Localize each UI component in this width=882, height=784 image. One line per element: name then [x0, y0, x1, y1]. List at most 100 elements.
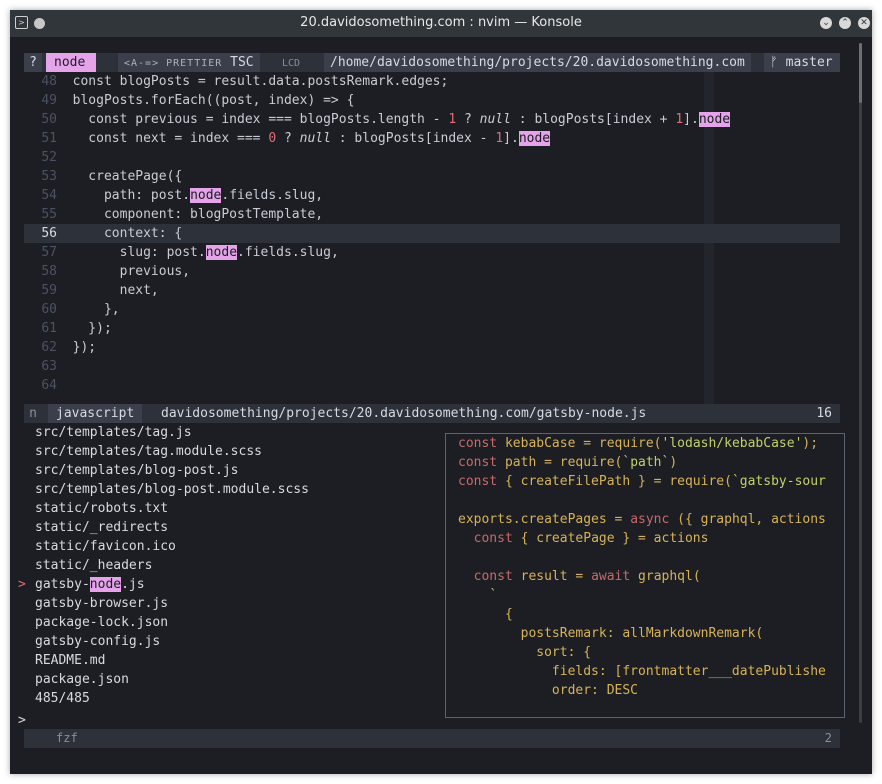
line-number: 61: [41, 321, 57, 336]
minimize-button[interactable]: ⌄: [820, 17, 832, 29]
line-number: 55: [41, 207, 57, 222]
code-text: });: [57, 321, 112, 336]
line-number: 56: [41, 226, 57, 241]
file-name: gatsby-config.js: [35, 634, 161, 649]
code-line[interactable]: 58 previous,: [24, 262, 840, 281]
file-name: static/_headers: [35, 558, 153, 573]
code-line[interactable]: 49 blogPosts.forEach((post, index) => {: [24, 91, 840, 110]
preview-line: fields: [frontmatter___datePublishe: [458, 664, 826, 679]
scrollbar[interactable]: [859, 43, 862, 723]
code-line[interactable]: 63: [24, 357, 840, 376]
fzf-file-item[interactable]: static/favicon.ico: [24, 537, 440, 556]
code-line[interactable]: 48 const blogPosts = result.data.postsRe…: [24, 72, 840, 91]
code-editor[interactable]: 48 const blogPosts = result.data.postsRe…: [24, 72, 840, 404]
preview-line: sort: {: [458, 645, 592, 660]
lcd-label: LCD: [282, 58, 301, 69]
code-line[interactable]: 57 slug: post.node.fields.slug,: [24, 243, 840, 262]
line-number: 50: [41, 112, 57, 127]
code-text: createPage({: [57, 169, 183, 184]
code-line[interactable]: 62 });: [24, 338, 840, 357]
line-number: 57: [41, 245, 57, 260]
fzf-panel[interactable]: src/templates/tag.js src/templates/tag.mo…: [18, 423, 845, 748]
code-text: const next = index === 0 ? null : blogPo…: [57, 131, 551, 146]
fzf-prompt[interactable]: >: [18, 713, 26, 728]
file-name: README.md: [35, 653, 106, 668]
line-number: 58: [41, 264, 57, 279]
line-number: 54: [41, 188, 57, 203]
tab-node[interactable]: node: [46, 53, 96, 72]
window-title: 20.davidosomething.com : nvim — Konsole: [300, 15, 582, 30]
code-line[interactable]: 54 path: post.node.fields.slug,: [24, 186, 840, 205]
code-line[interactable]: 51 const next = index === 0 ? null : blo…: [24, 129, 840, 148]
code-text: });: [57, 340, 97, 355]
filetype: javascript: [48, 404, 143, 423]
selection-marker: >: [18, 577, 26, 592]
terminal-content[interactable]: ? node <A-=> PRETTIER TSC LCD /home/davi…: [18, 53, 845, 748]
nvim-tabline: ? node <A-=> PRETTIER TSC LCD /home/davi…: [24, 53, 840, 72]
line-number: 62: [41, 340, 57, 355]
maximize-button[interactable]: ⌃: [839, 17, 851, 29]
code-line[interactable]: 50 const previous = index === blogPosts.…: [24, 110, 840, 129]
branch-name: master: [785, 55, 833, 70]
preview-line: const path = require(`path`): [458, 455, 678, 470]
mode-indicator: n: [29, 406, 37, 421]
preview-line: order: DESC: [458, 683, 639, 698]
fzf-match-count: 485/485: [35, 691, 90, 706]
code-line[interactable]: 64: [24, 376, 840, 395]
code-line[interactable]: 52: [24, 148, 840, 167]
fzf-file-item[interactable]: static/_redirects: [24, 518, 440, 537]
fzf-file-item[interactable]: static/robots.txt: [24, 499, 440, 518]
file-name: gatsby-node.js: [35, 577, 145, 592]
file-name: src/templates/tag.js: [35, 425, 192, 440]
code-text: slug: post.node.fields.slug,: [57, 245, 339, 260]
fzf-file-item[interactable]: static/_headers: [24, 556, 440, 575]
code-line[interactable]: 56 context: {: [24, 224, 840, 243]
preview-line: postsRemark: allMarkdownRemark(: [458, 626, 764, 641]
fzf-label: fzf: [56, 731, 78, 745]
fzf-file-item[interactable]: gatsby-config.js: [24, 632, 440, 651]
preview-line: const kebabCase = require('lodash/kebabC…: [458, 436, 819, 451]
code-text: component: blogPostTemplate,: [57, 207, 324, 222]
code-line[interactable]: 53 createPage({: [24, 167, 840, 186]
fzf-file-item[interactable]: package-lock.json: [24, 613, 440, 632]
fzf-file-item[interactable]: gatsby-browser.js: [24, 594, 440, 613]
fzf-file-item[interactable]: src/templates/blog-post.module.scss: [24, 480, 440, 499]
code-line[interactable]: 59 next,: [24, 281, 840, 300]
line-number: 52: [41, 150, 57, 165]
tabline-cmd: ?: [24, 53, 42, 72]
file-name: static/_redirects: [35, 520, 169, 535]
fzf-statusbar: fzf 2: [24, 729, 840, 748]
code-text: context: {: [57, 226, 183, 241]
branch-icon: ᚠ: [770, 55, 778, 70]
preview-line: {: [458, 607, 513, 622]
code-text: const blogPosts = result.data.postsRemar…: [57, 74, 449, 89]
preview-line: exports.createPages = async ({ graphql, …: [458, 512, 826, 527]
window-titlebar[interactable]: > 20.davidosomething.com : nvim — Konsol…: [10, 10, 872, 37]
fzf-file-item[interactable]: package.json: [24, 670, 440, 689]
file-name: src/templates/blog-post.module.scss: [35, 482, 309, 497]
close-button[interactable]: ✕: [858, 17, 870, 29]
git-branch: ᚠ master: [764, 53, 840, 72]
line-number: 49: [41, 93, 57, 108]
fzf-file-item[interactable]: src/templates/tag.module.scss: [24, 442, 440, 461]
code-line[interactable]: 61 });: [24, 319, 840, 338]
code-text: previous,: [57, 264, 191, 279]
file-name: src/templates/blog-post.js: [35, 463, 239, 478]
scrollbar-thumb[interactable]: [859, 43, 862, 103]
file-name: src/templates/tag.module.scss: [35, 444, 262, 459]
line-number: 51: [41, 131, 57, 146]
preview-line: `: [489, 588, 498, 603]
fzf-file-item[interactable]: src/templates/blog-post.js: [24, 461, 440, 480]
fzf-file-item[interactable]: > gatsby-node.js: [18, 575, 440, 594]
tab-tsc[interactable]: <A-=> PRETTIER TSC: [118, 53, 260, 72]
code-text: },: [57, 302, 120, 317]
statusline: n javascript davidosomething/projects/20…: [24, 404, 840, 423]
file-name: static/robots.txt: [35, 501, 169, 516]
fzf-file-item[interactable]: README.md: [24, 651, 440, 670]
preview-line: const { createPage } = actions: [473, 531, 709, 546]
code-line[interactable]: 60 },: [24, 300, 840, 319]
fzf-file-item[interactable]: src/templates/tag.js: [24, 423, 440, 442]
code-line[interactable]: 55 component: blogPostTemplate,: [24, 205, 840, 224]
fzf-preview: const kebabCase = require('lodash/kebabC…: [445, 433, 845, 718]
